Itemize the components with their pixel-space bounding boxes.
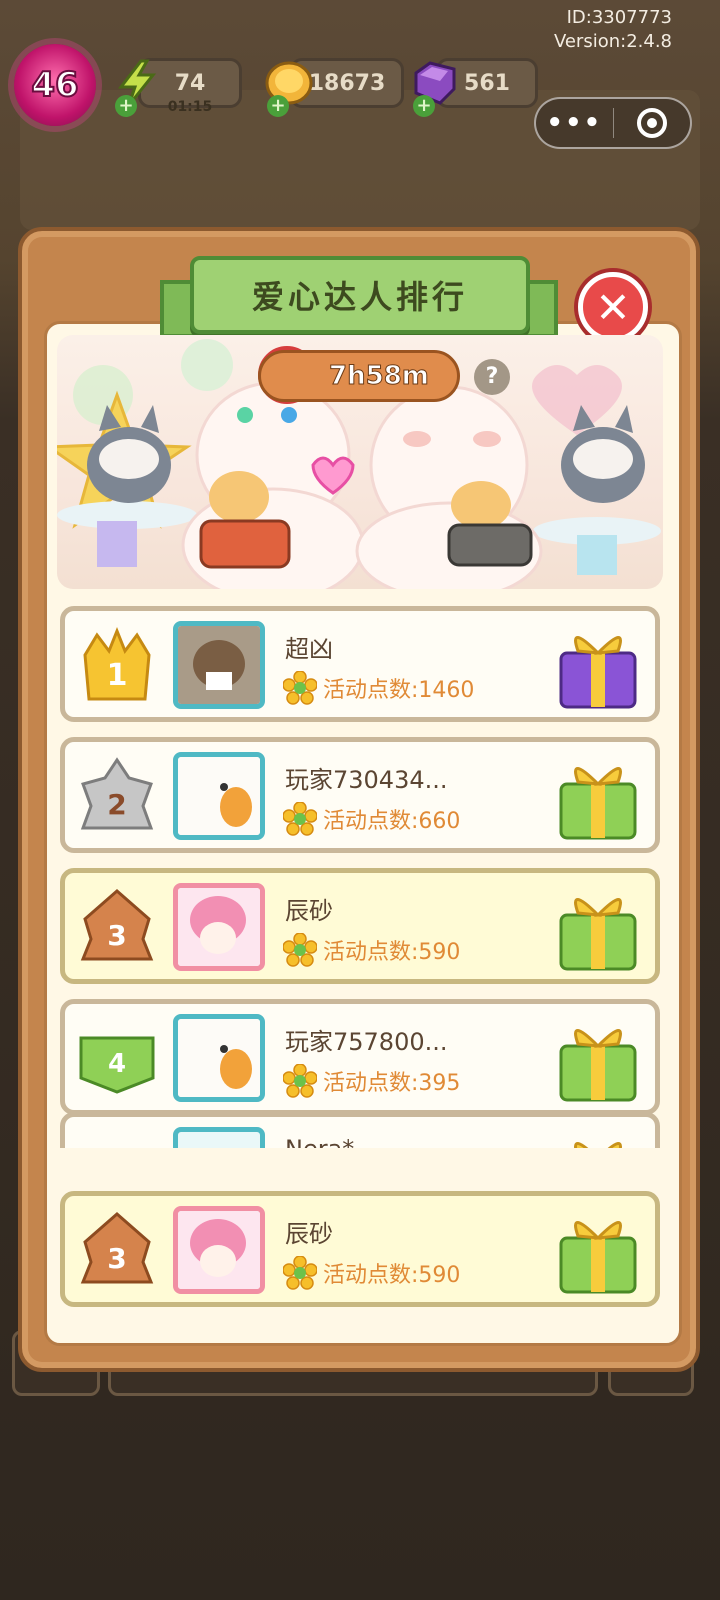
green-gift-icon[interactable]	[555, 1202, 641, 1296]
player-score: 活动点数:660	[282, 801, 461, 836]
rank-number: 3	[107, 1242, 126, 1275]
target-icon	[636, 108, 667, 138]
bronze-rank-icon: 3	[77, 887, 157, 967]
score-text: 活动点数:1460	[323, 678, 475, 703]
avatar	[173, 1014, 265, 1102]
ranking-row-5-clipped: Nera*	[60, 1112, 660, 1148]
avatar	[173, 621, 265, 709]
my-rank-row[interactable]: 3 辰砂 活动点数:590	[60, 1191, 660, 1307]
green-gift-icon[interactable]	[555, 748, 641, 842]
avatar	[173, 1206, 265, 1294]
score-text: 活动点数:590	[323, 1263, 461, 1288]
coin-counter[interactable]: + 18673	[265, 58, 404, 117]
player-name: Nera*	[285, 1135, 354, 1148]
add-gem-icon[interactable]: +	[413, 95, 435, 117]
flower-icon	[282, 1063, 318, 1098]
energy-value: 74	[174, 70, 206, 96]
add-energy-icon[interactable]: +	[115, 95, 137, 117]
ranking-row-3[interactable]: 3 辰砂 活动点数:590	[60, 868, 660, 984]
ranking-row-1[interactable]: 1 超凶 活动点数:1460	[60, 606, 660, 722]
flower-icon	[282, 670, 318, 705]
bronze-rank-icon: 3	[77, 1210, 157, 1290]
level-badge[interactable]: 46	[14, 44, 96, 126]
avatar	[173, 1127, 265, 1148]
player-name: 辰砂	[285, 897, 333, 925]
event-timer: 7h58m	[258, 350, 460, 402]
rank-number: 2	[107, 788, 126, 821]
avatar	[173, 883, 265, 971]
player-name: 辰砂	[285, 1220, 333, 1248]
help-button[interactable]: ?	[474, 359, 510, 395]
coin-value: 18673	[308, 70, 386, 96]
player-score: 活动点数:1460	[282, 670, 475, 705]
player-score: 活动点数:590	[282, 1255, 461, 1290]
version-info: ID:3307773 Version:2.4.8	[554, 6, 672, 54]
panel-title: 爱心达人排行	[190, 256, 530, 334]
rank-number: 3	[107, 919, 126, 952]
score-text: 活动点数:395	[323, 1071, 461, 1096]
green-rank-icon: 4	[77, 1018, 157, 1098]
rank-number: 1	[107, 658, 128, 693]
score-text: 活动点数:590	[323, 940, 461, 965]
energy-counter[interactable]: + 74 01:15	[115, 58, 242, 117]
flower-icon	[282, 801, 318, 836]
energy-timer: 01:15	[167, 99, 213, 115]
coin-icon: +	[263, 57, 315, 117]
player-name: 玩家730434...	[285, 766, 448, 794]
close-miniprogram-button[interactable]	[614, 108, 691, 138]
ranking-row-4[interactable]: 4 玩家757800... 活动点数:395	[60, 999, 660, 1115]
silver-rank-icon: 2	[77, 756, 157, 836]
miniprogram-capsule: •••	[534, 97, 692, 149]
green-gift-icon[interactable]	[555, 1123, 641, 1148]
gem-value: 561	[464, 70, 510, 96]
user-id: ID:3307773	[566, 7, 672, 28]
score-text: 活动点数:660	[323, 809, 461, 834]
flower-icon	[282, 1255, 318, 1290]
version-label: Version:2.4.8	[553, 31, 672, 52]
crown-rank-icon: 1	[77, 625, 157, 705]
player-score: 活动点数:395	[282, 1063, 461, 1098]
player-name: 玩家757800...	[285, 1028, 448, 1056]
rank-number: 4	[108, 1049, 126, 1079]
add-coin-icon[interactable]: +	[267, 95, 289, 117]
avatar	[173, 752, 265, 840]
close-button[interactable]: ✕	[578, 272, 648, 342]
purple-gift-icon[interactable]	[555, 617, 641, 711]
ranking-row-2[interactable]: 2 玩家730434... 活动点数:660	[60, 737, 660, 853]
more-menu-button[interactable]: •••	[536, 108, 613, 138]
player-name: 超凶	[285, 635, 333, 663]
green-gift-icon[interactable]	[555, 1010, 641, 1104]
level-value: 46	[30, 64, 79, 106]
ranking-row-5[interactable]: Nera*	[60, 1112, 660, 1148]
green-gift-icon[interactable]	[555, 879, 641, 973]
gem-icon: +	[409, 57, 461, 117]
flower-icon	[282, 932, 318, 967]
player-score: 活动点数:590	[282, 932, 461, 967]
gem-counter[interactable]: + 561	[413, 58, 538, 117]
green-rank-icon	[77, 1131, 157, 1148]
